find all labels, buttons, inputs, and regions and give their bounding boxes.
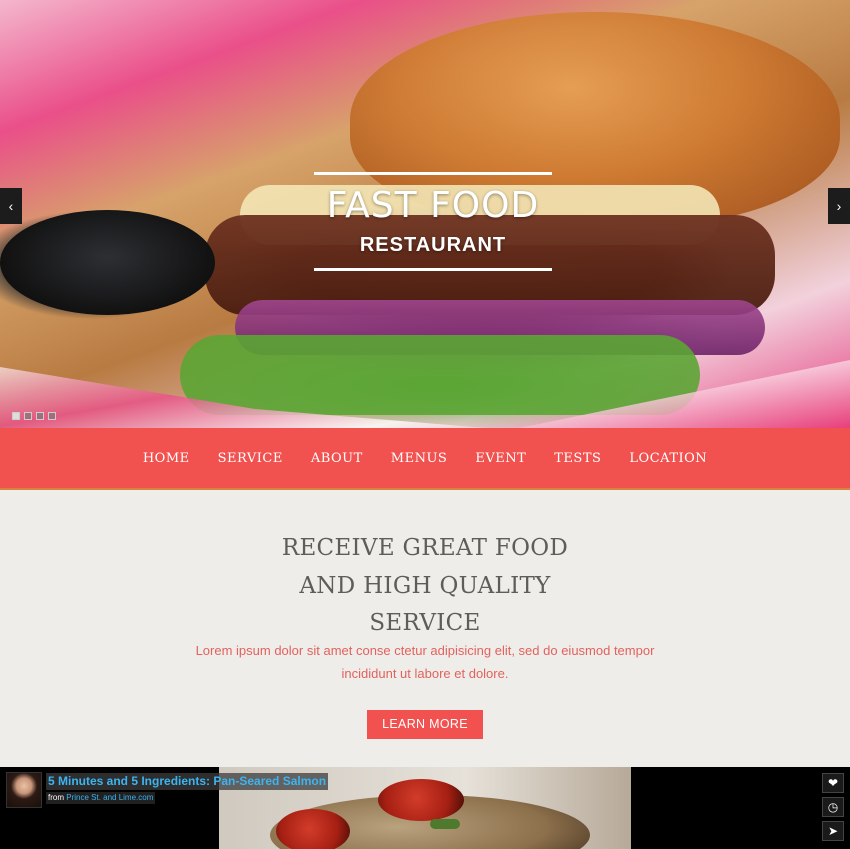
hero-title: FAST FOOD (326, 185, 540, 226)
video-source-link[interactable]: Prince St. and Lime.com (66, 793, 153, 802)
video-source-prefix: from (48, 793, 64, 802)
video-herb (430, 819, 460, 829)
clock-icon[interactable]: ◷ (822, 797, 844, 817)
intro-description: Lorem ipsum dolor sit amet conse ctetur … (175, 639, 675, 685)
slider-dots (12, 412, 56, 420)
nav-item-event[interactable]: EVENT (461, 451, 540, 466)
send-icon[interactable]: ➤ (822, 821, 844, 841)
video-tomato-1 (378, 779, 464, 821)
main-nav: HOME SERVICE ABOUT MENUS EVENT TESTS LOC… (0, 428, 850, 490)
hero-slider: FAST FOOD RESTAURANT ‹ › (0, 0, 850, 428)
hero-subtitle: RESTAURANT (359, 234, 507, 256)
video-actions: ❤ ◷ ➤ (822, 773, 844, 841)
burger-lettuce (180, 335, 700, 415)
nav-item-tests[interactable]: TESTS (540, 451, 615, 466)
avatar[interactable] (6, 772, 42, 808)
slider-dot-3[interactable] (36, 412, 44, 420)
headline-line-2: AND HIGH QUALITY (299, 572, 551, 599)
video-source: from Prince St. and Lime.com (46, 792, 156, 804)
video-tomato-2 (276, 809, 350, 849)
nav-item-service[interactable]: SERVICE (204, 451, 297, 466)
learn-more-button[interactable]: LEARN MORE (367, 710, 483, 739)
description-line-1: Lorem ipsum dolor sit amet conse ctetur … (195, 643, 655, 658)
description-line-2: incididunt ut labore et dolore. (341, 666, 509, 681)
heart-icon[interactable]: ❤ (822, 773, 844, 793)
intro-section: RECEIVE GREAT FOOD AND HIGH QUALITY SERV… (0, 492, 850, 767)
nav-item-location[interactable]: LOCATION (615, 451, 721, 466)
slider-dot-1[interactable] (12, 412, 20, 420)
intro-headline: RECEIVE GREAT FOOD AND HIGH QUALITY SERV… (0, 530, 850, 643)
nav-item-home[interactable]: HOME (129, 451, 204, 466)
sauce-bowl (0, 210, 215, 315)
slider-prev-button[interactable]: ‹ (0, 188, 22, 224)
hero-rule-bottom (314, 268, 552, 271)
headline-line-3: SERVICE (369, 610, 481, 636)
nav-item-about[interactable]: ABOUT (297, 451, 377, 466)
chevron-right-icon: › (836, 198, 842, 214)
nav-item-menus[interactable]: MENUS (377, 451, 462, 466)
video-title[interactable]: 5 Minutes and 5 Ingredients: Pan-Seared … (46, 773, 329, 790)
video-player-bar[interactable]: 5 Minutes and 5 Ingredients: Pan-Seared … (0, 767, 850, 849)
slider-next-button[interactable]: › (828, 188, 850, 224)
headline-line-1: RECEIVE GREAT FOOD (281, 535, 569, 561)
chevron-left-icon: ‹ (8, 198, 14, 214)
slider-dot-2[interactable] (24, 412, 32, 420)
hero-rule-top (314, 172, 552, 175)
slider-dot-4[interactable] (48, 412, 56, 420)
hero-title-block: FAST FOOD RESTAURANT (314, 172, 552, 274)
